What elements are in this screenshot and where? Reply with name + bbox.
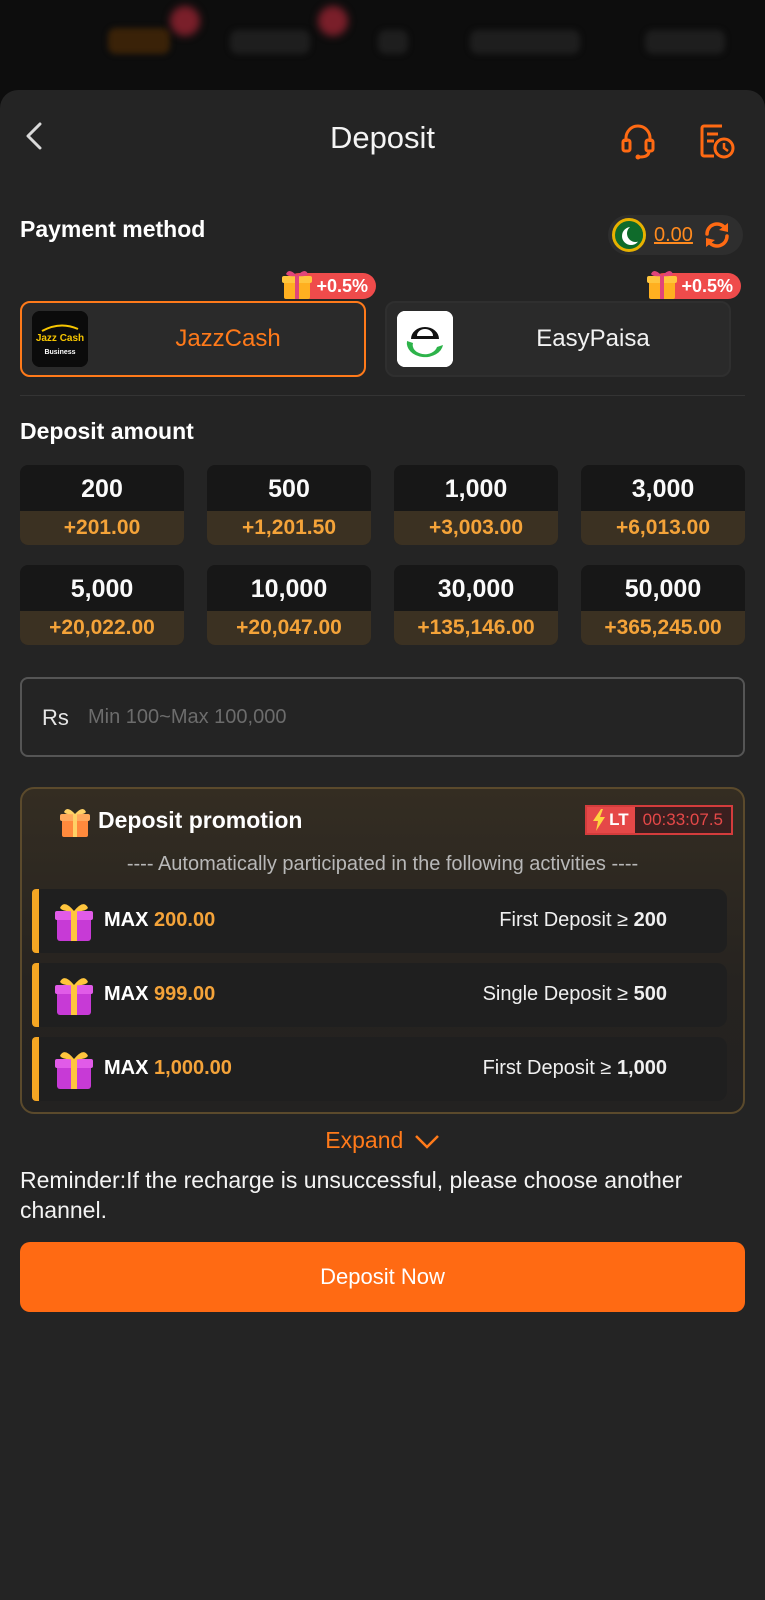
deposit-sheet: Deposit Payment method 0.00 Jazz Cash Bu… xyxy=(0,90,765,1600)
svg-text:Business: Business xyxy=(44,349,75,356)
payment-method-name: EasyPaisa xyxy=(536,325,650,352)
amount-bonus: +20,047.00 xyxy=(207,611,371,645)
gift-icon xyxy=(647,270,678,299)
amount-option-3000[interactable]: 3,000 +6,013.00 xyxy=(581,465,745,545)
amount-value: 30,000 xyxy=(437,575,515,603)
amount-value: 1,000 xyxy=(444,475,508,503)
promotion-activity[interactable]: MAX 999.00 Single Deposit ≥ 500 xyxy=(32,963,727,1027)
amount-option-10000[interactable]: 10,000 +20,047.00 xyxy=(207,565,371,645)
amount-value: 10,000 xyxy=(250,575,328,603)
gift-box-icon xyxy=(55,904,93,941)
bonus-badge: +0.5% xyxy=(647,270,741,299)
activity-max: MAX 999.00 xyxy=(104,983,216,1005)
timer-value: 00:33:07.5 xyxy=(642,810,723,829)
activity-condition: Single Deposit ≥ 500 xyxy=(482,983,667,1005)
deposit-history-icon[interactable] xyxy=(696,120,736,160)
amount-option-1000[interactable]: 1,000 +3,003.00 xyxy=(394,465,558,545)
promotion-timer: LT 00:33:07.5 xyxy=(585,805,733,835)
timer-label: LT xyxy=(609,810,629,829)
amount-bonus: +20,022.00 xyxy=(20,611,184,645)
payment-method-title: Payment method xyxy=(20,216,206,242)
balance-amount[interactable]: 0.00 xyxy=(654,224,693,247)
payment-method-name: JazzCash xyxy=(175,325,281,352)
amount-bonus: +6,013.00 xyxy=(581,511,745,545)
amount-value: 500 xyxy=(268,475,310,503)
customer-service-headset-icon[interactable] xyxy=(618,120,658,160)
amount-value: 5,000 xyxy=(70,575,134,603)
promotion-activity[interactable]: MAX 1,000.00 First Deposit ≥ 1,000 xyxy=(32,1037,727,1101)
amount-option-50000[interactable]: 50,000 +365,245.00 xyxy=(581,565,745,645)
promotion-activity[interactable]: MAX 200.00 First Deposit ≥ 200 xyxy=(32,889,727,953)
gift-icon xyxy=(60,808,90,837)
chevron-down-icon xyxy=(414,1135,439,1149)
amount-bonus: +365,245.00 xyxy=(581,611,745,645)
promotion-subtitle: ---- Automatically participated in the f… xyxy=(126,853,639,875)
lightning-icon xyxy=(593,809,606,831)
activity-condition: First Deposit ≥ 200 xyxy=(499,909,667,931)
currency-prefix: Rs xyxy=(42,705,69,730)
amount-input[interactable] xyxy=(88,697,688,737)
promotion-title: Deposit promotion xyxy=(98,807,303,833)
amount-bonus: +3,003.00 xyxy=(394,511,558,545)
svg-text:Jazz Cash: Jazz Cash xyxy=(36,333,84,344)
jazzcash-logo: Jazz Cash Business xyxy=(32,311,88,367)
expand-button[interactable]: Expand xyxy=(0,1127,765,1154)
deposit-now-button[interactable]: Deposit Now xyxy=(20,1242,745,1312)
amount-input-box: Rs xyxy=(20,677,745,757)
reminder-text: Reminder:If the recharge is unsuccessful… xyxy=(20,1167,683,1223)
amount-value: 3,000 xyxy=(631,475,695,503)
amount-value: 50,000 xyxy=(624,575,702,603)
activity-condition: First Deposit ≥ 1,000 xyxy=(482,1057,667,1079)
expand-label: Expand xyxy=(325,1127,404,1153)
gift-box-icon xyxy=(55,1052,93,1089)
pakistan-flag-icon xyxy=(612,218,646,252)
balance-pill: 0.00 xyxy=(608,215,743,255)
activity-max: MAX 200.00 xyxy=(104,909,216,931)
gift-box-icon xyxy=(55,978,93,1015)
deposit-amount-title: Deposit amount xyxy=(20,418,194,444)
amount-bonus: +201.00 xyxy=(20,511,184,545)
amount-option-30000[interactable]: 30,000 +135,146.00 xyxy=(394,565,558,645)
amount-option-5000[interactable]: 5,000 +20,022.00 xyxy=(20,565,184,645)
deposit-promotion-panel: Deposit promotion LT 00:33:07.5 ---- Aut… xyxy=(20,787,745,1114)
header: Deposit xyxy=(0,90,765,190)
amount-option-500[interactable]: 500 +1,201.50 xyxy=(207,465,371,545)
payment-method-easypaisa[interactable]: EasyPaisa +0.5% xyxy=(385,270,741,377)
activity-max: MAX 1,000.00 xyxy=(104,1057,232,1079)
divider xyxy=(20,395,745,396)
easypaisa-logo xyxy=(397,311,453,367)
amount-option-200[interactable]: 200 +201.00 xyxy=(20,465,184,545)
payment-method-jazzcash[interactable]: Jazz Cash Business JazzCash +0.5% xyxy=(20,270,376,377)
gift-icon xyxy=(282,270,313,299)
bonus-badge: +0.5% xyxy=(282,270,376,299)
amount-bonus: +1,201.50 xyxy=(207,511,371,545)
refresh-icon[interactable] xyxy=(701,219,733,251)
amount-bonus: +135,146.00 xyxy=(394,611,558,645)
amount-value: 200 xyxy=(81,475,123,503)
